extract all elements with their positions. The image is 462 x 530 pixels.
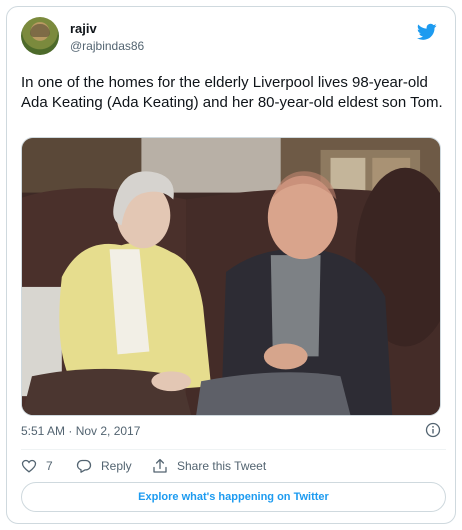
- twitter-bird-icon[interactable]: [417, 23, 437, 41]
- divider: [21, 449, 446, 450]
- share-label: Share this Tweet: [177, 459, 267, 473]
- user-handle[interactable]: @rajbindas86: [70, 39, 144, 53]
- like-count: 7: [46, 459, 53, 473]
- share-button[interactable]: Share this Tweet: [152, 458, 266, 474]
- like-button[interactable]: 7: [21, 458, 53, 474]
- avatar[interactable]: [21, 17, 59, 55]
- share-icon: [153, 458, 167, 473]
- tweet-photo[interactable]: [21, 137, 441, 416]
- reply-icon: [76, 459, 92, 473]
- explore-button[interactable]: Explore what's happening on Twitter: [21, 482, 446, 512]
- tweet-text: In one of the homes for the elderly Live…: [21, 74, 443, 111]
- heart-icon: [21, 459, 37, 473]
- reply-label: Reply: [101, 459, 132, 473]
- info-icon[interactable]: [425, 422, 441, 438]
- tweet-card: rajiv @rajbindas86 In one of the homes f…: [6, 6, 456, 524]
- tweet-header: rajiv @rajbindas86: [21, 17, 441, 61]
- reply-button[interactable]: Reply: [76, 458, 132, 474]
- user-name[interactable]: rajiv: [70, 21, 97, 36]
- tweet-timestamp[interactable]: 5:51 AM · Nov 2, 2017: [21, 424, 140, 438]
